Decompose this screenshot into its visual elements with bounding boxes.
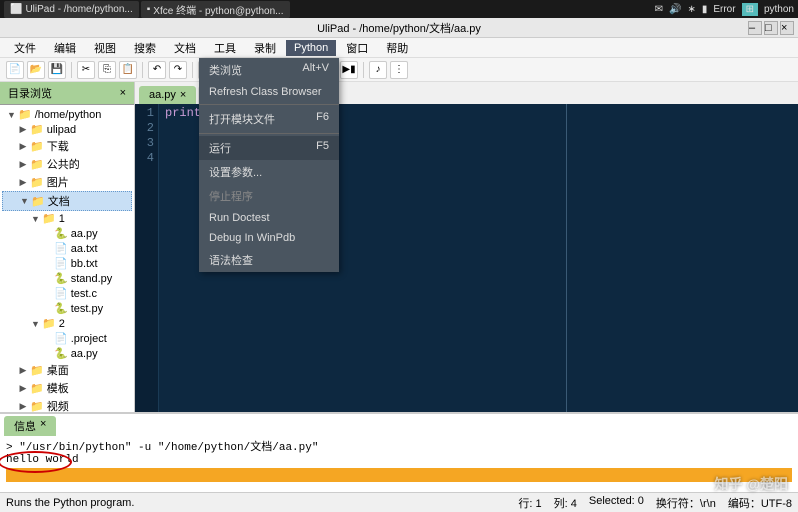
status-message: Runs the Python program. — [6, 497, 134, 509]
tree-item[interactable]: ▼📁2 — [2, 316, 132, 331]
error-indicator[interactable]: Error — [713, 4, 735, 15]
debug-button[interactable]: ▶▮ — [340, 61, 358, 79]
sidebar-close-icon[interactable]: × — [120, 87, 126, 99]
minimize-button[interactable]: – — [748, 21, 762, 35]
menu-视图[interactable]: 视图 — [86, 38, 124, 58]
menu-编辑[interactable]: 编辑 — [46, 38, 84, 58]
extra-button[interactable]: ⋮ — [390, 61, 408, 79]
tree-item[interactable]: ▶📁模板 — [2, 379, 132, 397]
command-line: > "/usr/bin/python" -u "/home/python/文档/… — [6, 438, 792, 454]
output-content[interactable]: > "/usr/bin/python" -u "/home/python/文档/… — [0, 436, 798, 492]
tree-item[interactable]: 📄bb.txt — [2, 256, 132, 271]
menu-帮助[interactable]: 帮助 — [378, 38, 416, 58]
menu-文件[interactable]: 文件 — [6, 38, 44, 58]
battery-icon[interactable]: ▮ — [702, 4, 708, 15]
tree-item[interactable]: ▶📁视频 — [2, 397, 132, 412]
menu-窗口[interactable]: 窗口 — [338, 38, 376, 58]
undo-button[interactable]: ↶ — [148, 61, 166, 79]
tree-item[interactable]: ▶📁下载 — [2, 137, 132, 155]
mail-icon[interactable]: ✉ — [655, 4, 663, 15]
maximize-button[interactable]: □ — [764, 21, 778, 35]
bottom-panel: 信息 × > "/usr/bin/python" -u "/home/pytho… — [0, 412, 798, 492]
tree-item[interactable]: ▶📁ulipad — [2, 122, 132, 137]
status-eol: 换行符：\r\n — [656, 495, 716, 511]
window-title: UliPad - /home/python/文档/aa.py — [317, 20, 481, 36]
close-button[interactable]: × — [780, 21, 794, 35]
sidebar-tab-label: 目录浏览 — [8, 85, 52, 101]
menu-python[interactable]: Python — [286, 40, 336, 56]
python-menu-dropdown[interactable]: 类浏览Alt+VRefresh Class Browser 打开模块文件F6 运行F… — [199, 58, 339, 272]
desktop-taskbar: ⬜ UliPad - /home/python... ▪ Xfce 终端 - p… — [0, 0, 798, 18]
tree-item[interactable]: ▼📁/home/python — [2, 107, 132, 122]
paste-button[interactable]: 📋 — [119, 61, 137, 79]
tree-item[interactable]: ▼📁1 — [2, 211, 132, 226]
status-row: 行: 1 — [518, 495, 541, 511]
tree-item[interactable]: 🐍aa.py — [2, 226, 132, 241]
highlight-bar — [6, 468, 792, 482]
menu-item-run-doctest[interactable]: Run Doctest — [199, 208, 339, 228]
menu-item-refresh-class-browser[interactable]: Refresh Class Browser — [199, 82, 339, 102]
save-button[interactable]: 💾 — [48, 61, 66, 79]
status-col: 列: 4 — [554, 495, 577, 511]
menu-item-运行[interactable]: 运行F5 — [199, 136, 339, 160]
tree-item[interactable]: ▶📁图片 — [2, 173, 132, 191]
redo-button[interactable]: ↷ — [169, 61, 187, 79]
tree-item[interactable]: ▶📁桌面 — [2, 361, 132, 379]
menu-item-打开模块文件[interactable]: 打开模块文件F6 — [199, 107, 339, 131]
watermark: 知乎 @楚阳 — [714, 474, 788, 494]
editor-tab[interactable]: aa.py× — [139, 86, 196, 104]
tree-item[interactable]: 🐍test.py — [2, 301, 132, 316]
tab-close-icon[interactable]: × — [180, 89, 186, 101]
tree-item[interactable]: 📄aa.txt — [2, 241, 132, 256]
window-titlebar: UliPad - /home/python/文档/aa.py – □ × — [0, 18, 798, 38]
menubar: 文件编辑视图搜索文档工具录制Python窗口帮助 — [0, 38, 798, 58]
menu-录制[interactable]: 录制 — [246, 38, 284, 58]
menu-工具[interactable]: 工具 — [206, 38, 244, 58]
bluetooth-icon[interactable]: ∗ — [687, 4, 695, 15]
menu-item-类浏览[interactable]: 类浏览Alt+V — [199, 58, 339, 82]
tree-item[interactable]: 🐍aa.py — [2, 346, 132, 361]
taskbar-app-terminal[interactable]: ▪ Xfce 终端 - python@python... — [141, 1, 290, 18]
tree-item[interactable]: 📄.project — [2, 331, 132, 346]
music-button[interactable]: ♪ — [369, 61, 387, 79]
editor-split[interactable] — [566, 104, 567, 412]
python-indicator: python — [764, 4, 794, 15]
info-close-icon[interactable]: × — [40, 418, 46, 434]
status-encoding: 编码：UTF-8 — [728, 495, 792, 511]
new-file-button[interactable]: 📄 — [6, 61, 24, 79]
tree-item[interactable]: ▶📁公共的 — [2, 155, 132, 173]
status-selected: Selected: 0 — [589, 495, 644, 511]
file-tree[interactable]: ▼📁/home/python▶📁ulipad▶📁下载▶📁公共的▶📁图片▼📁文档▼… — [0, 105, 134, 412]
tree-item[interactable]: 🐍stand.py — [2, 271, 132, 286]
menu-item-debug-in-winpdb[interactable]: Debug In WinPdb — [199, 228, 339, 248]
taskbar-app-ulipad[interactable]: ⬜ UliPad - /home/python... — [4, 1, 139, 18]
sidebar-tab-directory[interactable]: 目录浏览 × — [0, 82, 134, 105]
sound-icon[interactable]: 🔊 — [669, 4, 681, 15]
cut-button[interactable]: ✂ — [77, 61, 95, 79]
info-tab[interactable]: 信息 × — [4, 416, 56, 436]
menu-item-设置参数...[interactable]: 设置参数... — [199, 160, 339, 184]
copy-button[interactable]: ⎘ — [98, 61, 116, 79]
sidebar: 目录浏览 × ▼📁/home/python▶📁ulipad▶📁下载▶📁公共的▶📁… — [0, 82, 135, 412]
tree-item[interactable]: 📄test.c — [2, 286, 132, 301]
menu-item-停止程序: 停止程序 — [199, 184, 339, 208]
menu-文档[interactable]: 文档 — [166, 38, 204, 58]
tree-item[interactable]: ▼📁文档 — [2, 191, 132, 211]
menu-搜索[interactable]: 搜索 — [126, 38, 164, 58]
workspace-indicator[interactable]: ⊞ — [742, 3, 758, 16]
output-line: hello world — [6, 454, 79, 466]
statusbar: Runs the Python program. 行: 1 列: 4 Selec… — [0, 492, 798, 512]
open-file-button[interactable]: 📂 — [27, 61, 45, 79]
line-gutter: 1234 — [135, 104, 159, 412]
menu-item-语法检查[interactable]: 语法检查 — [199, 248, 339, 272]
toolbar: 📄 📂 💾 ✂ ⎘ 📋 ↶ ↷ ⚙ 🔍 ▦ ● ■ ▶ ▶▮ ♪ ⋮ — [0, 58, 798, 82]
